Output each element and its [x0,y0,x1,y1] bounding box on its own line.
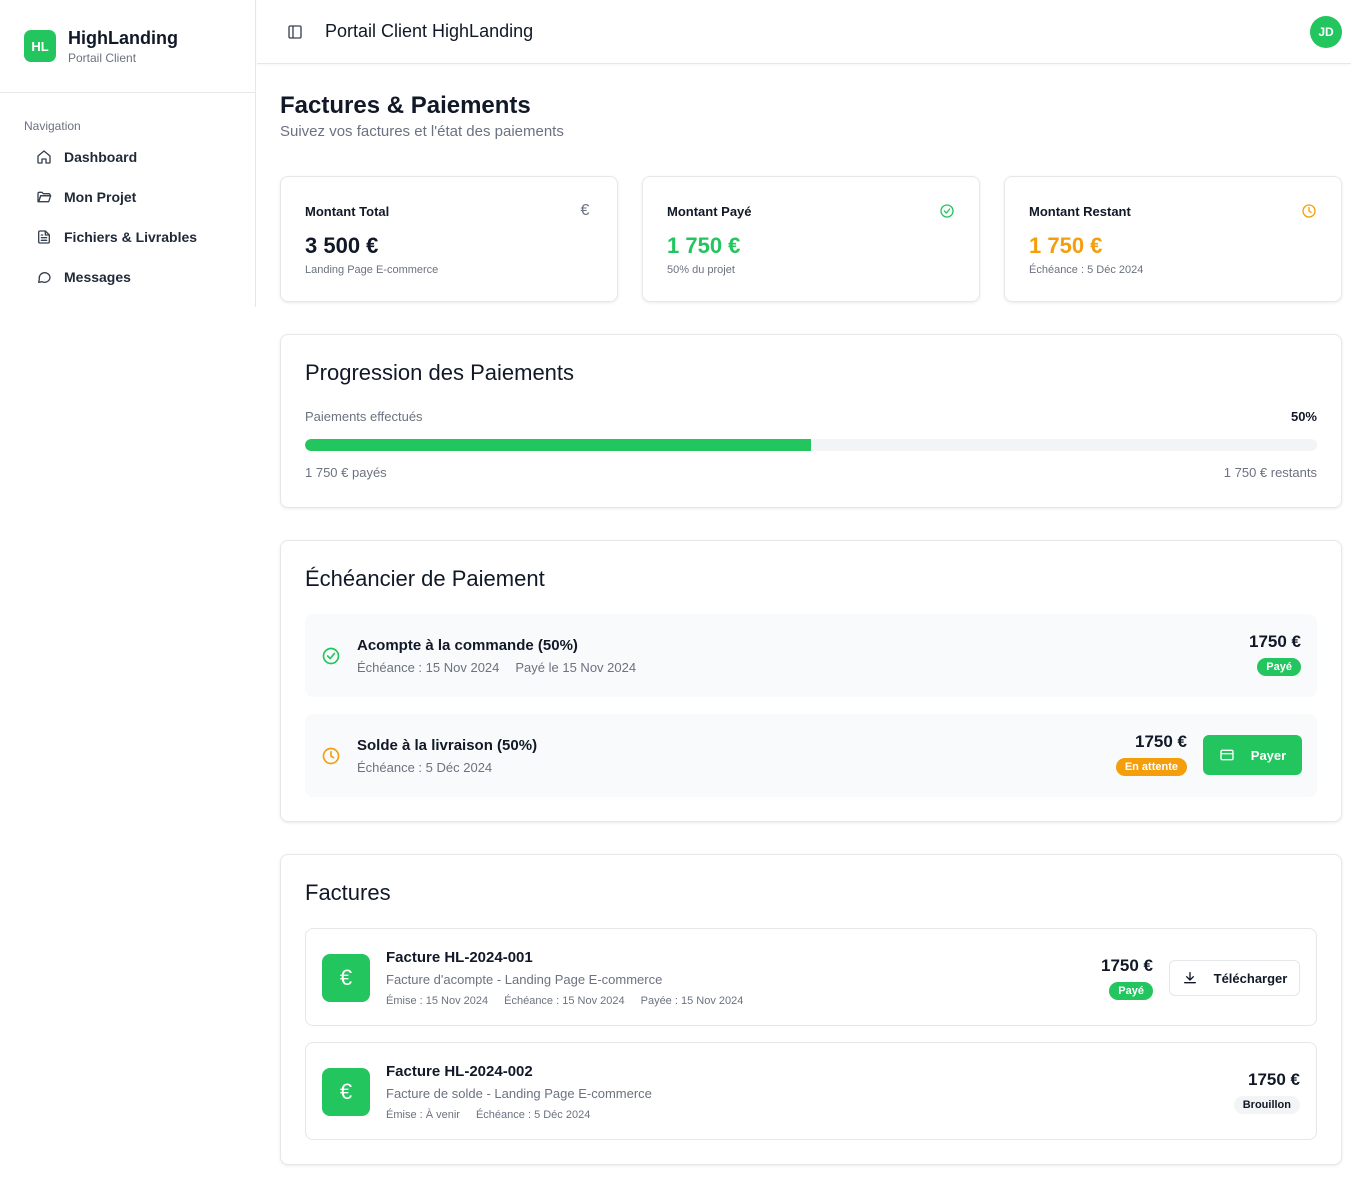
invoice-amount: 1750 € [1101,956,1153,975]
invoices-card: Factures € Facture HL-2024-001 Facture d… [280,854,1342,1165]
status-badge: Payé [1257,658,1301,676]
top-header: Portail Client HighLanding JD [257,0,1351,64]
brand-name: HighLanding [68,28,178,48]
stat-card-remaining: Montant Restant 1 750 € Échéance : 5 Déc… [1004,176,1342,302]
check-circle-icon [321,646,341,666]
panel-left-icon [288,24,302,39]
pay-button[interactable]: Payer [1203,735,1302,775]
brand-subtitle: Portail Client [68,51,137,65]
stat-card-total: Montant Total € 3 500 € Landing Page E-c… [280,176,618,302]
folder-icon [37,191,52,203]
schedule-due: Échéance : 5 Déc 2024 [357,760,493,775]
invoice-issued: Émise : 15 Nov 2024 [386,995,489,1007]
sidebar-item-label: Mon Projet [64,189,137,205]
download-button[interactable]: Télécharger [1169,960,1300,996]
schedule-amount: 1750 € [1249,632,1301,651]
schedule-item: Solde à la livraison (50%) Échéance : 5 … [305,714,1317,797]
app-title: Portail Client HighLanding [325,21,534,41]
progress-bar-fill [305,439,811,451]
schedule-item-meta: Échéance : 15 Nov 2024 Payé le 15 Nov 202… [357,660,636,675]
check-circle-icon [939,203,955,219]
sidebar-item-dashboard[interactable]: Dashboard [24,141,244,173]
stat-value: 1 750 € [667,233,741,258]
sidebar-item-fichiers[interactable]: Fichiers & Livrables [24,221,244,253]
stat-label: Montant Payé [667,204,752,219]
invoice-description: Facture de solde - Landing Page E-commer… [386,1086,652,1101]
clock-icon [321,746,341,766]
invoice-number: Facture HL-2024-001 [386,949,533,966]
euro-icon: € [322,954,370,1002]
stat-note: Échéance : 5 Déc 2024 [1029,264,1144,276]
message-icon [38,272,51,283]
sidebar: HL HighLanding Portail Client Navigation… [0,0,256,307]
file-icon [38,230,50,244]
progress-bar [305,439,1317,451]
status-badge: En attente [1115,758,1187,776]
download-icon [1183,972,1196,984]
home-icon [37,150,51,164]
stat-label: Montant Restant [1029,204,1131,219]
invoice-description: Facture d'acompte - Landing Page E-comme… [386,972,663,987]
progress-percent: 50% [1290,409,1317,424]
invoice-amount: 1750 € [1248,1070,1300,1089]
payment-progress-card: Progression des Paiements Paiements effe… [280,334,1342,508]
invoice-meta: Émise : À venir Échéance : 5 Déc 2024 [386,1109,590,1121]
schedule-due: Échéance : 15 Nov 2024 [357,660,500,675]
invoice-issued: Émise : À venir [386,1109,460,1121]
schedule-item: Acompte à la commande (50%) Échéance : 1… [305,614,1317,697]
sidebar-item-label: Messages [64,269,131,285]
euro-icon: € [580,202,590,219]
invoice-row: € Facture HL-2024-002 Facture de solde -… [305,1042,1317,1140]
stat-note: 50% du projet [667,264,735,276]
progress-label: Paiements effectués [305,409,423,424]
schedule-item-meta: Échéance : 5 Déc 2024 [357,760,492,775]
page-title: Factures & Paiements [280,92,531,119]
schedule-item-title: Solde à la livraison (50%) [357,737,538,754]
payment-schedule-card: Échéancier de Paiement Acompte à la comm… [280,540,1342,822]
invoice-paid: Payée : 15 Nov 2024 [640,995,744,1007]
sidebar-item-label: Fichiers & Livrables [64,229,198,245]
section-title: Factures [305,880,391,905]
stat-label: Montant Total [305,204,390,219]
page-subtitle: Suivez vos factures et l'état des paieme… [280,123,564,140]
status-badge: Brouillon [1233,1096,1300,1114]
sidebar-item-messages[interactable]: Messages [24,261,244,293]
progress-paid: 1 750 € payés [305,465,387,480]
invoice-row: € Facture HL-2024-001 Facture d'acompte … [305,928,1317,1026]
schedule-paid-date: Payé le 15 Nov 2024 [515,660,637,675]
sidebar-toggle-button[interactable] [283,20,307,44]
section-title: Échéancier de Paiement [305,566,545,591]
invoice-number: Facture HL-2024-002 [386,1063,533,1080]
status-badge: Payé [1109,982,1153,1000]
progress-remaining: 1 750 € restants [1223,465,1317,480]
invoice-due: Échéance : 15 Nov 2024 [504,995,625,1007]
sidebar-item-mon-projet[interactable]: Mon Projet [24,181,244,213]
brand-logo: HL [24,30,56,62]
clock-icon [1301,203,1317,219]
stat-value: 3 500 € [305,233,379,258]
brand[interactable]: HL HighLanding Portail Client [0,0,255,93]
invoice-meta: Émise : 15 Nov 2024 Échéance : 15 Nov 202… [386,995,743,1007]
section-title: Progression des Paiements [305,360,575,385]
stat-card-paid: Montant Payé 1 750 € 50% du projet [642,176,980,302]
schedule-item-title: Acompte à la commande (50%) [357,637,578,654]
stat-note: Landing Page E-commerce [305,264,439,276]
pay-button-label: Payer [1250,747,1287,763]
invoice-due: Échéance : 5 Déc 2024 [475,1109,591,1121]
stat-value: 1 750 € [1029,233,1103,258]
avatar[interactable]: JD [1310,16,1342,48]
sidebar-item-label: Dashboard [64,149,138,165]
download-button-label: Télécharger [1213,970,1288,986]
nav-section-title: Navigation [24,119,81,133]
schedule-amount: 1750 € [1135,732,1187,751]
euro-icon: € [322,1068,370,1116]
credit-card-icon [1220,749,1234,761]
